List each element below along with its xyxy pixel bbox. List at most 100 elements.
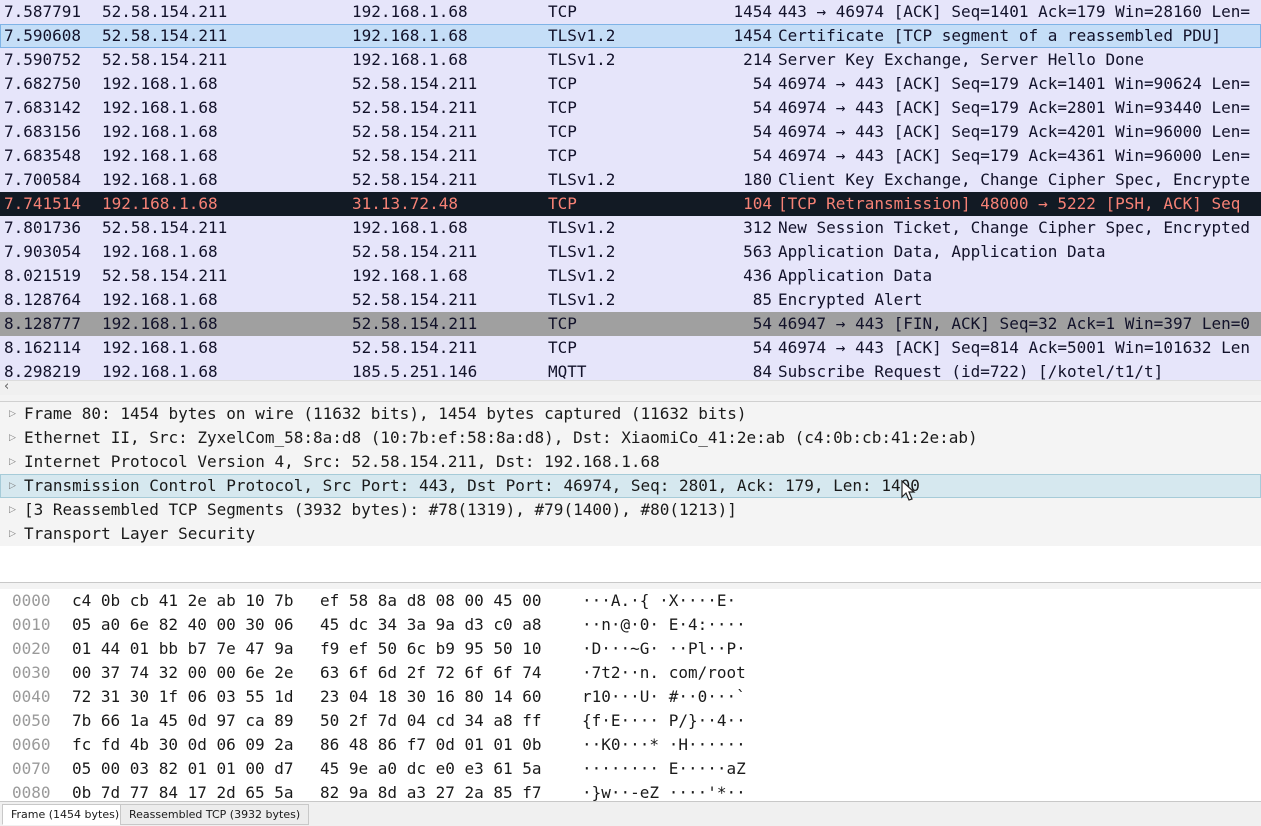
packet-protocol: TLSv1.2 — [548, 290, 616, 309]
packet-row[interactable]: 8.021519 52.58.154.211 192.168.1.68 TLSv1.2… — [0, 264, 1261, 288]
packet-info: 46947 → 443 [FIN, ACK] Seq=32 Ack=1 Win=… — [778, 314, 1251, 333]
tab-frame-bytes[interactable]: Frame (1454 bytes) — [2, 804, 129, 825]
details-tree-item[interactable]: ▷ Transport Layer Security — [0, 522, 1261, 546]
expand-triangle-icon[interactable]: ▷ — [9, 474, 16, 498]
packet-length: 436 — [743, 266, 772, 285]
packet-info: Application Data — [778, 266, 933, 285]
packet-row[interactable]: 7.700584 192.168.1.68 52.58.154.211 TLSv1.2… — [0, 168, 1261, 192]
hex-ascii: ········ E·····aZ — [582, 759, 746, 778]
packet-source: 192.168.1.68 — [102, 122, 218, 141]
packet-destination: 52.58.154.211 — [352, 146, 478, 165]
expand-triangle-icon[interactable]: ▷ — [9, 498, 16, 522]
packet-length: 84 — [752, 362, 772, 380]
hex-bytes-second-half: 45 9e a0 dc e0 e3 61 5a — [320, 759, 542, 778]
packet-source: 192.168.1.68 — [102, 242, 218, 261]
expand-triangle-icon[interactable]: ▷ — [9, 450, 16, 474]
packet-row[interactable]: 7.741514 192.168.1.68 31.13.72.48 TCP 104 [TC… — [0, 192, 1261, 216]
packet-protocol: TLSv1.2 — [548, 266, 616, 285]
packet-source: 192.168.1.68 — [102, 146, 218, 165]
packet-protocol: TLSv1.2 — [548, 170, 616, 189]
hex-ascii: ···A.·{ ·X····E· — [582, 591, 737, 610]
details-tree-item[interactable]: ▷ Internet Protocol Version 4, Src: 52.58… — [0, 450, 1261, 474]
packet-time: 8.128777 — [4, 314, 82, 333]
hex-bytes-first-half: fc fd 4b 30 0d 06 09 2a — [72, 735, 294, 754]
hex-bytes-first-half: 00 37 74 32 00 00 6e 2e — [72, 663, 294, 682]
packet-source: 192.168.1.68 — [102, 170, 218, 189]
packet-info: Subscribe Request (id=722) [/kotel/t1/t] — [778, 362, 1164, 380]
packet-list[interactable]: 7.587791 52.58.154.211 192.168.1.68 TCP 1454… — [0, 0, 1261, 380]
packet-details-tree[interactable]: ▷ Frame 80: 1454 bytes on wire (11632 bit… — [0, 402, 1261, 582]
packet-row[interactable]: 7.590608 52.58.154.211 192.168.1.68 TLSv1.2… — [0, 24, 1261, 48]
hex-bytes-second-half: 86 48 86 f7 0d 01 01 0b — [320, 735, 542, 754]
packet-protocol: TCP — [548, 122, 577, 141]
hex-offset: 0070 — [12, 759, 51, 778]
packet-row[interactable]: 8.298219 192.168.1.68 185.5.251.146 MQTT 84 S… — [0, 360, 1261, 380]
packet-row[interactable]: 8.128764 192.168.1.68 52.58.154.211 TLSv1.2… — [0, 288, 1261, 312]
packet-row[interactable]: 7.683156 192.168.1.68 52.58.154.211 TCP 54 46… — [0, 120, 1261, 144]
packet-row[interactable]: 7.682750 192.168.1.68 52.58.154.211 TCP 54 46… — [0, 72, 1261, 96]
details-tree-item-label: Ethernet II, Src: ZyxelCom_58:8a:d8 (10:… — [24, 428, 978, 447]
packet-length: 563 — [743, 242, 772, 261]
packet-source: 52.58.154.211 — [102, 2, 228, 21]
packet-time: 7.587791 — [4, 2, 82, 21]
packet-protocol: TLSv1.2 — [548, 218, 616, 237]
packet-row[interactable]: 7.683142 192.168.1.68 52.58.154.211 TCP 54 46… — [0, 96, 1261, 120]
hex-row[interactable]: 0000 c4 0b cb 41 2e ab 10 7b ef 58 8a d8 0… — [0, 589, 1261, 613]
expand-triangle-icon[interactable]: ▷ — [9, 426, 16, 450]
packet-protocol: TCP — [548, 74, 577, 93]
packet-row[interactable]: 7.587791 52.58.154.211 192.168.1.68 TCP 1454… — [0, 0, 1261, 24]
packet-row[interactable]: 7.683548 192.168.1.68 52.58.154.211 TCP 54 46… — [0, 144, 1261, 168]
hex-offset: 0010 — [12, 615, 51, 634]
packet-destination: 185.5.251.146 — [352, 362, 478, 380]
packet-info: 46974 → 443 [ACK] Seq=179 Ack=4201 Win=9… — [778, 122, 1251, 141]
packet-protocol: TCP — [548, 146, 577, 165]
hex-row[interactable]: 0070 05 00 03 82 01 01 00 d7 45 9e a0 dc e… — [0, 757, 1261, 781]
packet-list-horizontal-scrollbar[interactable]: ‹ — [0, 379, 1261, 395]
hex-row[interactable]: 0020 01 44 01 bb b7 7e 47 9a f9 ef 50 6c b… — [0, 637, 1261, 661]
packet-time: 7.700584 — [4, 170, 82, 189]
pane-splitter[interactable] — [0, 395, 1261, 402]
packet-time: 7.801736 — [4, 218, 82, 237]
hex-row[interactable]: 0050 7b 66 1a 45 0d 97 ca 89 50 2f 7d 04 c… — [0, 709, 1261, 733]
expand-triangle-icon[interactable]: ▷ — [9, 402, 16, 426]
tab-reassembled-tcp[interactable]: Reassembled TCP (3932 bytes) — [120, 804, 310, 825]
packet-source: 192.168.1.68 — [102, 74, 218, 93]
expand-triangle-icon[interactable]: ▷ — [9, 522, 16, 546]
hex-bytes-second-half: ef 58 8a d8 08 00 45 00 — [320, 591, 542, 610]
packet-length: 104 — [743, 194, 772, 213]
packet-length: 54 — [752, 122, 772, 141]
hex-bytes-first-half: 05 00 03 82 01 01 00 d7 — [72, 759, 294, 778]
packet-source: 192.168.1.68 — [102, 194, 218, 213]
packet-length: 312 — [743, 218, 772, 237]
packet-row[interactable]: 7.903054 192.168.1.68 52.58.154.211 TLSv1.2… — [0, 240, 1261, 264]
details-tree-item[interactable]: ▷ Frame 80: 1454 bytes on wire (11632 bit… — [0, 402, 1261, 426]
packet-row[interactable]: 7.590752 52.58.154.211 192.168.1.68 TLSv1.2… — [0, 48, 1261, 72]
details-tree-item-label: [3 Reassembled TCP Segments (3932 bytes)… — [24, 500, 737, 519]
hex-offset: 0040 — [12, 687, 51, 706]
packet-bytes-pane[interactable]: 0000 c4 0b cb 41 2e ab 10 7b ef 58 8a d8 0… — [0, 589, 1261, 802]
packet-destination: 192.168.1.68 — [352, 218, 468, 237]
packet-length: 54 — [752, 146, 772, 165]
packet-row[interactable]: 7.801736 52.58.154.211 192.168.1.68 TLSv1.2… — [0, 216, 1261, 240]
hex-offset: 0000 — [12, 591, 51, 610]
hex-row[interactable]: 0010 05 a0 6e 82 40 00 30 06 45 dc 34 3a 9… — [0, 613, 1261, 637]
packet-destination: 192.168.1.68 — [352, 50, 468, 69]
hex-ascii: ··K0···* ·H······ — [582, 735, 746, 754]
hex-row[interactable]: 0040 72 31 30 1f 06 03 55 1d 23 04 18 30 1… — [0, 685, 1261, 709]
packet-source: 192.168.1.68 — [102, 338, 218, 357]
packet-row[interactable]: 8.128777 192.168.1.68 52.58.154.211 TCP 54 46… — [0, 312, 1261, 336]
hex-row[interactable]: 0060 fc fd 4b 30 0d 06 09 2a 86 48 86 f7 0… — [0, 733, 1261, 757]
packet-destination: 52.58.154.211 — [352, 170, 478, 189]
packet-source: 192.168.1.68 — [102, 290, 218, 309]
packet-row[interactable]: 8.162114 192.168.1.68 52.58.154.211 TCP 54 46… — [0, 336, 1261, 360]
details-tree-item[interactable]: ▷ Transmission Control Protocol, Src Port… — [0, 474, 1261, 498]
details-tree-item[interactable]: ▷ Ethernet II, Src: ZyxelCom_58:8a:d8 (10… — [0, 426, 1261, 450]
scroll-left-icon[interactable]: ‹ — [4, 379, 9, 394]
packet-source: 52.58.154.211 — [102, 50, 228, 69]
packet-info: New Session Ticket, Change Cipher Spec, … — [778, 218, 1251, 237]
details-tree-item-label: Internet Protocol Version 4, Src: 52.58.… — [24, 452, 660, 471]
details-tree-item[interactable]: ▷ [3 Reassembled TCP Segments (3932 bytes… — [0, 498, 1261, 522]
hex-row[interactable]: 0030 00 37 74 32 00 00 6e 2e 63 6f 6d 2f 7… — [0, 661, 1261, 685]
packet-protocol: TLSv1.2 — [548, 26, 616, 45]
packet-info: 46974 → 443 [ACK] Seq=179 Ack=4361 Win=9… — [778, 146, 1251, 165]
